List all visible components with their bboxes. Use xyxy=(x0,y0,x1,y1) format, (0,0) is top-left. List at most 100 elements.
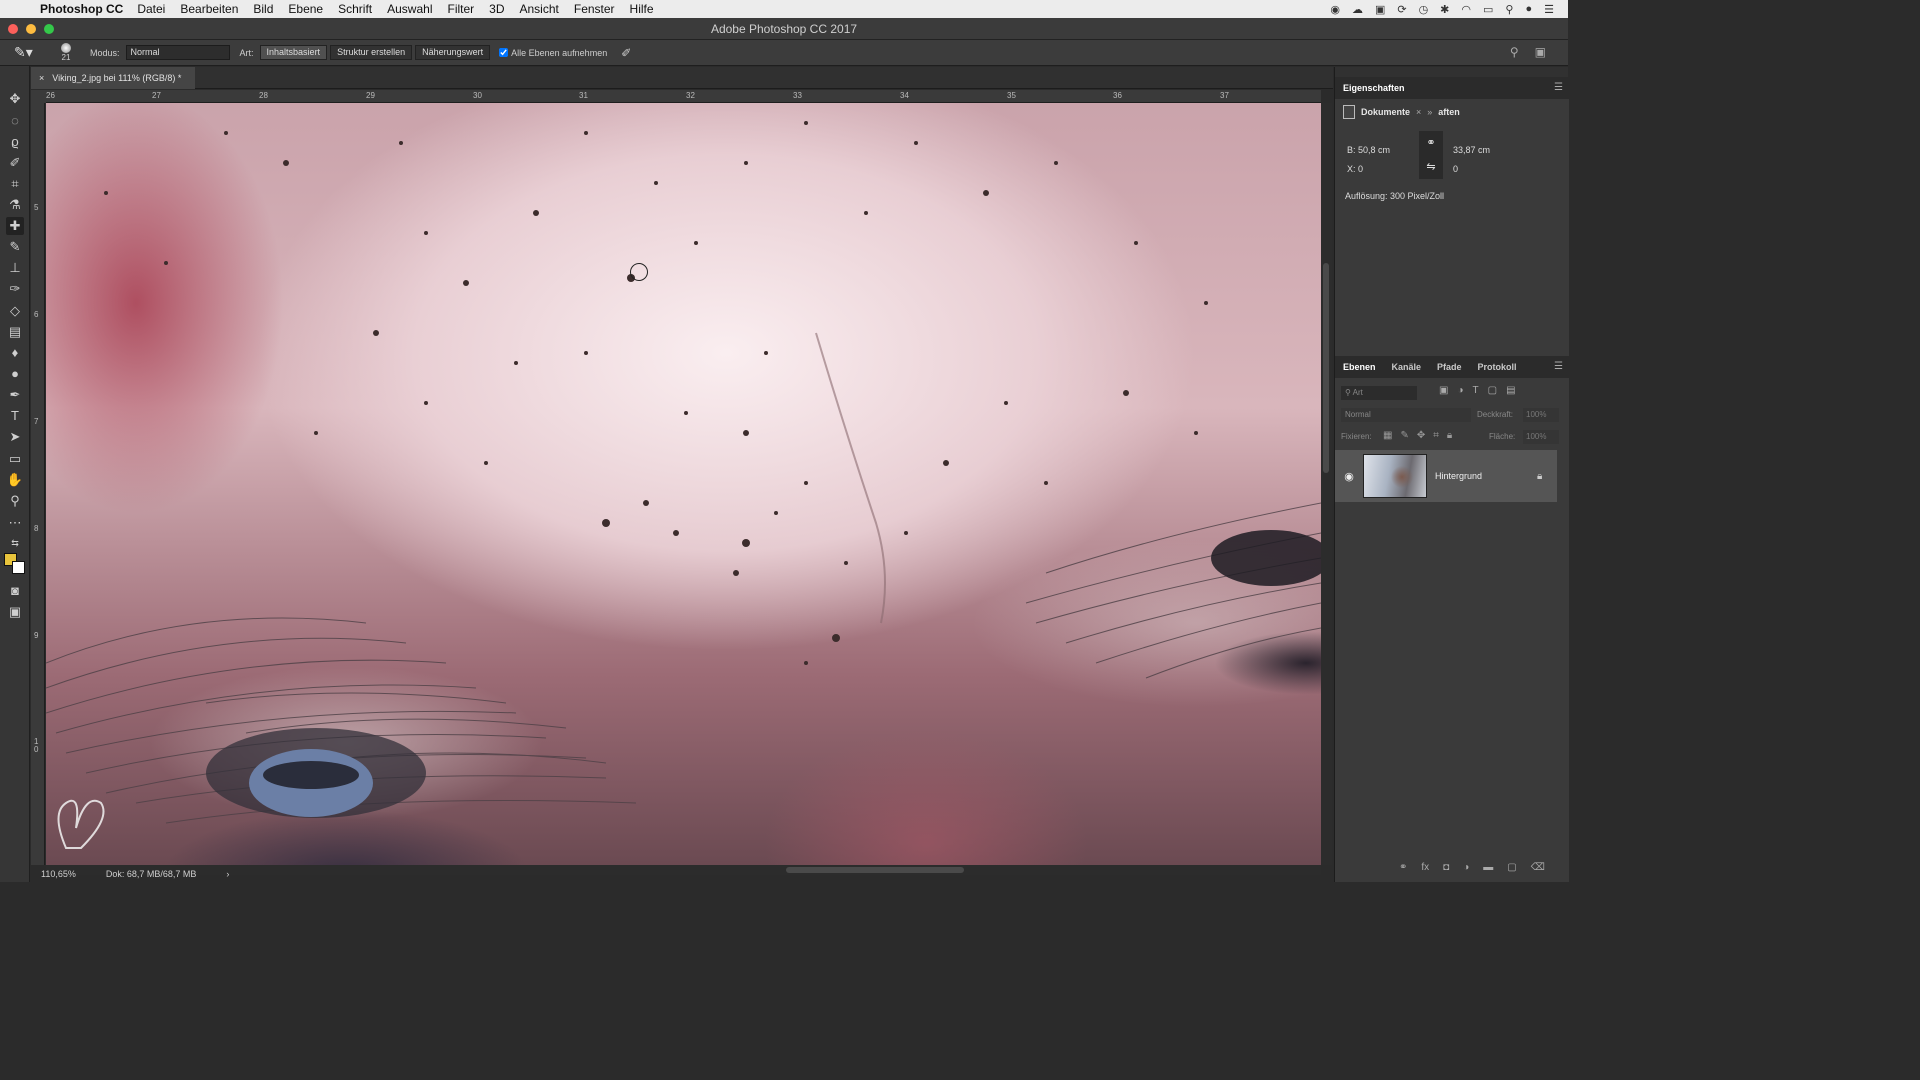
smart-object-filter-icon[interactable]: ▤ xyxy=(1506,385,1515,396)
type-filter-icon[interactable]: T xyxy=(1473,385,1479,396)
tab-kanaele[interactable]: Kanäle xyxy=(1392,362,1422,372)
lock-all-icon[interactable]: 🔒︎ xyxy=(1447,430,1452,441)
content-aware-button[interactable]: Inhaltsbasiert xyxy=(259,45,328,60)
new-group-icon[interactable]: ▬ xyxy=(1483,862,1493,873)
move-tool-icon[interactable]: ✥ xyxy=(6,90,24,108)
lock-transparency-icon[interactable]: ▦ xyxy=(1383,430,1392,441)
document-tab[interactable]: × Viking_2.jpg bei 111% (RGB/8) * xyxy=(31,67,196,89)
workspace-icon[interactable]: ▣ xyxy=(1535,45,1546,59)
adjustment-layer-icon[interactable]: ◑ xyxy=(1463,862,1469,873)
type-tool-icon[interactable]: T xyxy=(6,407,24,425)
width-field[interactable]: B: 50,8 cm xyxy=(1347,145,1390,155)
panel-menu-icon[interactable]: ☰ xyxy=(1554,361,1563,372)
add-mask-icon[interactable]: ◘ xyxy=(1443,862,1449,873)
fill-field[interactable]: 100% xyxy=(1523,430,1559,444)
eyedropper-tool-icon[interactable]: ⚗ xyxy=(6,196,24,214)
menu-ebene[interactable]: Ebene xyxy=(288,2,323,16)
record-icon[interactable]: ◉ xyxy=(1330,3,1340,16)
rectangle-tool-icon[interactable]: ▭ xyxy=(6,450,24,468)
x-field[interactable]: X: 0 xyxy=(1347,164,1363,174)
pen-tool-icon[interactable]: ✒ xyxy=(6,386,24,404)
link-dimensions-icon[interactable]: ⚭ xyxy=(1419,131,1443,155)
quick-mask-icon[interactable]: ◙ xyxy=(6,582,24,600)
link-layers-icon[interactable]: ⚭ xyxy=(1399,862,1407,873)
eraser-tool-icon[interactable]: ◇ xyxy=(6,302,24,320)
menu-bearbeiten[interactable]: Bearbeiten xyxy=(180,2,238,16)
menu-ansicht[interactable]: Ansicht xyxy=(520,2,559,16)
layer-filter-search[interactable]: ⚲ Art xyxy=(1341,386,1417,400)
menu-datei[interactable]: Datei xyxy=(137,2,165,16)
swap-colors-icon[interactable]: ⇆ xyxy=(6,534,24,552)
create-texture-button[interactable]: Struktur erstellen xyxy=(330,45,413,60)
height-field[interactable]: 33,87 cm xyxy=(1453,145,1490,155)
horizontal-ruler[interactable]: 26 27 28 29 30 31 32 33 34 35 36 37 xyxy=(46,90,1321,103)
sample-all-layers-input[interactable] xyxy=(499,48,509,57)
layer-row[interactable]: ◉ Hintergrund 🔒︎ xyxy=(1335,450,1557,502)
new-layer-icon[interactable]: ▢ xyxy=(1507,862,1516,873)
zoom-level[interactable]: 110,65% xyxy=(41,869,76,879)
horizontal-scroll-thumb[interactable] xyxy=(786,867,964,873)
close-tab-icon[interactable]: × xyxy=(39,67,44,89)
menu-filter[interactable]: Filter xyxy=(447,2,474,16)
history-brush-tool-icon[interactable]: ✑ xyxy=(6,280,24,298)
path-selection-tool-icon[interactable]: ➤ xyxy=(6,428,24,446)
menu-bild[interactable]: Bild xyxy=(253,2,273,16)
lock-pixels-icon[interactable]: ✎ xyxy=(1400,430,1408,441)
healing-brush-tool-icon[interactable]: ✚ xyxy=(6,217,24,235)
menu-hilfe[interactable]: Hilfe xyxy=(630,2,654,16)
healing-brush-tool-icon[interactable]: ✎▾ xyxy=(14,44,38,61)
lasso-tool-icon[interactable]: ϱ xyxy=(6,133,24,151)
layer-name[interactable]: Hintergrund xyxy=(1435,471,1537,481)
tab-protokoll[interactable]: Protokoll xyxy=(1478,362,1517,372)
screen-mode-icon[interactable]: ▣ xyxy=(6,603,24,621)
airplay-icon[interactable]: ▭ xyxy=(1483,3,1493,16)
delete-layer-icon[interactable]: ⌫ xyxy=(1531,862,1545,873)
tooltip-close-icon[interactable]: × xyxy=(1416,107,1421,117)
marquee-tool-icon[interactable]: ◌ xyxy=(6,112,24,130)
layer-thumbnail[interactable] xyxy=(1363,454,1427,498)
ruler-origin[interactable] xyxy=(31,90,46,103)
mode-select[interactable]: Normal xyxy=(125,45,230,60)
adjustment-filter-icon[interactable]: ◑ xyxy=(1457,385,1463,396)
shape-filter-icon[interactable]: ▢ xyxy=(1488,385,1497,396)
sample-all-layers-checkbox[interactable]: Alle Ebenen aufnehmen xyxy=(499,48,607,58)
lock-position-icon[interactable]: ✥ xyxy=(1417,430,1425,441)
layer-style-icon[interactable]: fx xyxy=(1421,862,1429,873)
status-menu-arrow-icon[interactable]: › xyxy=(226,869,229,879)
lock-artboard-icon[interactable]: ⌗ xyxy=(1433,430,1439,441)
panel-menu-icon[interactable]: ☰ xyxy=(1554,82,1563,93)
hand-tool-icon[interactable]: ✋ xyxy=(6,471,24,489)
vertical-scrollbar[interactable] xyxy=(1321,103,1332,865)
notification-icon[interactable]: ▣ xyxy=(1375,3,1385,16)
pressure-icon[interactable]: ✐ xyxy=(621,46,631,60)
tooltip-expand-icon[interactable]: » xyxy=(1427,107,1432,117)
tab-ebenen[interactable]: Ebenen xyxy=(1343,362,1376,372)
search-icon[interactable]: ⚲ xyxy=(1510,45,1519,59)
brush-tool-icon[interactable]: ✎ xyxy=(6,238,24,256)
blur-tool-icon[interactable]: ♦ xyxy=(6,344,24,362)
menu-auswahl[interactable]: Auswahl xyxy=(387,2,432,16)
crop-tool-icon[interactable]: ⌗ xyxy=(6,175,24,193)
proximity-match-button[interactable]: Näherungswert xyxy=(415,45,491,60)
visibility-eye-icon[interactable]: ◉ xyxy=(1335,470,1363,483)
quick-selection-tool-icon[interactable]: ✐ xyxy=(6,154,24,172)
vertical-ruler[interactable]: 5 6 7 8 9 1 0 xyxy=(31,103,45,865)
opacity-field[interactable]: 100% xyxy=(1523,408,1559,422)
wifi-icon[interactable]: ◠ xyxy=(1461,3,1471,16)
tab-pfade[interactable]: Pfade xyxy=(1437,362,1462,372)
notification-center-icon[interactable]: ☰ xyxy=(1544,3,1554,16)
gradient-tool-icon[interactable]: ▤ xyxy=(6,323,24,341)
time-machine-icon[interactable]: ◷ xyxy=(1419,3,1429,16)
y-field[interactable]: 0 xyxy=(1453,164,1458,174)
background-color-swatch[interactable] xyxy=(12,561,25,574)
sync-icon[interactable]: ⟳ xyxy=(1397,3,1406,16)
spotlight-icon[interactable]: ⚲ xyxy=(1505,3,1513,16)
layer-lock-icon[interactable]: 🔒︎ xyxy=(1537,471,1557,482)
creative-cloud-icon[interactable]: ☁ xyxy=(1352,3,1363,16)
clone-stamp-tool-icon[interactable]: ⊥ xyxy=(6,259,24,277)
app-menu[interactable]: Photoshop CC xyxy=(40,2,123,16)
pixel-filter-icon[interactable]: ▣ xyxy=(1439,385,1448,396)
canvas-size-icon[interactable]: ⇋ xyxy=(1419,155,1443,179)
brush-preset-picker[interactable]: 21 xyxy=(52,42,80,63)
document-canvas[interactable] xyxy=(46,103,1321,865)
